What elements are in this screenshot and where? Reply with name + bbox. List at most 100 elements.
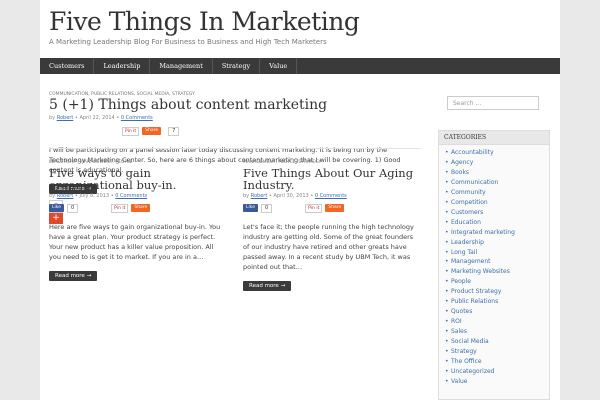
category-link[interactable]: Uncategorized: [451, 368, 494, 375]
post-categories[interactable]: MANAGEMENT, PEOPLE, STRATEGY: [243, 160, 421, 165]
category-item: Books: [445, 168, 549, 178]
share-button[interactable]: Share: [131, 204, 151, 212]
category-item: Social Media: [445, 337, 549, 347]
like-count: 0: [260, 203, 273, 213]
category-link[interactable]: Value: [451, 378, 467, 385]
share-button[interactable]: Share: [325, 204, 345, 212]
category-item: Public Relations: [445, 297, 549, 307]
category-link[interactable]: Integrated marketing: [451, 229, 515, 236]
category-link[interactable]: Strategy: [451, 348, 477, 355]
nav-item-leadership[interactable]: Leadership: [94, 58, 151, 74]
category-link[interactable]: Competition: [451, 199, 488, 206]
meta-by: by: [49, 115, 56, 121]
author-link[interactable]: Robert: [57, 115, 74, 121]
author-link[interactable]: Robert: [57, 193, 74, 199]
category-link[interactable]: Public Relations: [451, 298, 498, 305]
category-item: Quotes: [445, 307, 549, 317]
category-item: Product Strategy: [445, 287, 549, 297]
site-header: Five Things In Marketing A Marketing Lea…: [40, 0, 560, 58]
read-more-button[interactable]: Read more →: [243, 281, 292, 291]
category-link[interactable]: Sales: [451, 328, 467, 335]
category-link[interactable]: Accountability: [451, 149, 494, 156]
category-list: Accountability Agency Books Communicatio…: [439, 145, 549, 387]
category-link[interactable]: Product Strategy: [451, 288, 501, 295]
share-bar: Like 0 Pin it Share: [49, 203, 227, 213]
pinterest-button[interactable]: Pin it: [111, 203, 129, 213]
share-count: 7: [168, 126, 180, 136]
category-link[interactable]: Community: [451, 189, 486, 196]
post-meta: by Robert • April 30, 2013 • 0 Comments: [243, 193, 347, 199]
comments-link[interactable]: 0 Comments: [121, 115, 153, 121]
category-item: Uncategorized: [445, 367, 549, 377]
category-item: Competition: [445, 198, 549, 208]
post-meta: by Robert • July 8, 2013 • 0 Comments: [49, 193, 148, 199]
category-link[interactable]: Management: [451, 258, 491, 265]
category-item: Sales: [445, 327, 549, 337]
read-more-button[interactable]: Read more →: [49, 271, 98, 281]
pinterest-button[interactable]: Pin it: [305, 203, 323, 213]
category-link[interactable]: Education: [451, 219, 481, 226]
post-title[interactable]: Five ways to gain organizational buy-in.: [49, 167, 227, 191]
category-item: Long Tail: [445, 248, 549, 258]
author-link[interactable]: Robert: [251, 193, 268, 199]
post-date: April 30, 2013: [273, 193, 309, 199]
category-link[interactable]: Customers: [451, 209, 483, 216]
category-item: Integrated marketing: [445, 228, 549, 238]
category-link[interactable]: Long Tail: [451, 249, 477, 256]
post-categories[interactable]: LEADERSHIP, MANAGEMENT, PEOPLE: [49, 160, 227, 165]
categories-widget: CATEGORIES Accountability Agency Books C…: [438, 130, 550, 400]
like-count: 0: [66, 203, 79, 213]
category-link[interactable]: Social Media: [451, 338, 489, 345]
category-item: Communication: [445, 178, 549, 188]
category-link[interactable]: Marketing Websites: [451, 268, 510, 275]
sidebar: Search … CATEGORIES Accountability Agenc…: [438, 92, 550, 400]
category-item: ROI: [445, 317, 549, 327]
site-tagline: A Marketing Leadership Blog For Business…: [49, 38, 327, 46]
category-link[interactable]: ROI: [451, 318, 462, 325]
main-nav: Customers Leadership Management Strategy…: [40, 58, 560, 74]
category-item: Leadership: [445, 238, 549, 248]
category-item: The Office: [445, 357, 549, 367]
category-link[interactable]: Books: [451, 169, 469, 176]
category-link[interactable]: Agency: [451, 159, 473, 166]
post-excerpt: Here are five ways to gain organizationa…: [49, 223, 221, 261]
category-link[interactable]: Communication: [451, 179, 498, 186]
category-item: Agency: [445, 158, 549, 168]
nav-item-strategy[interactable]: Strategy: [213, 58, 261, 74]
nav-item-value[interactable]: Value: [260, 58, 298, 74]
categories-title: CATEGORIES: [439, 131, 549, 145]
category-item: Strategy: [445, 347, 549, 357]
facebook-like-button[interactable]: Like: [49, 204, 64, 212]
post-date: July 8, 2013: [79, 193, 110, 199]
category-link[interactable]: The Office: [451, 358, 482, 365]
share-button[interactable]: Share: [142, 127, 162, 135]
post-divider: [49, 148, 421, 149]
pinterest-button[interactable]: Pin it: [122, 126, 140, 136]
post-date: April 22, 2014: [79, 115, 115, 121]
comments-link[interactable]: 0 Comments: [115, 193, 147, 199]
post-meta: by Robert • April 22, 2014 • 0 Comments: [49, 115, 153, 121]
post-title[interactable]: 5 (+1) Things about content marketing: [49, 98, 421, 113]
category-item: Marketing Websites: [445, 267, 549, 277]
site-title[interactable]: Five Things In Marketing: [49, 8, 552, 36]
category-item: Value: [445, 377, 549, 387]
post-card: LEADERSHIP, MANAGEMENT, PEOPLE Five ways…: [49, 160, 227, 281]
category-link[interactable]: Leadership: [451, 239, 484, 246]
share-bar: Like 0 Pin it Share: [243, 203, 421, 213]
category-item: Education: [445, 218, 549, 228]
post-title[interactable]: Five Things About Our Aging Industry.: [243, 167, 421, 191]
page: Five Things In Marketing A Marketing Lea…: [40, 0, 560, 400]
facebook-like-button[interactable]: Like: [243, 204, 258, 212]
category-item: Accountability: [445, 148, 549, 158]
comments-link[interactable]: 0 Comments: [315, 193, 347, 199]
category-item: Community: [445, 188, 549, 198]
search-input[interactable]: Search …: [447, 96, 539, 110]
meta-by: by: [49, 193, 56, 199]
post-card: MANAGEMENT, PEOPLE, STRATEGY Five Things…: [243, 160, 421, 291]
share-bar: Pin it Share 7: [122, 126, 421, 136]
category-link[interactable]: People: [451, 278, 471, 285]
meta-by: by: [243, 193, 250, 199]
category-link[interactable]: Quotes: [451, 308, 472, 315]
nav-item-management[interactable]: Management: [150, 58, 213, 74]
nav-item-customers[interactable]: Customers: [40, 58, 95, 74]
